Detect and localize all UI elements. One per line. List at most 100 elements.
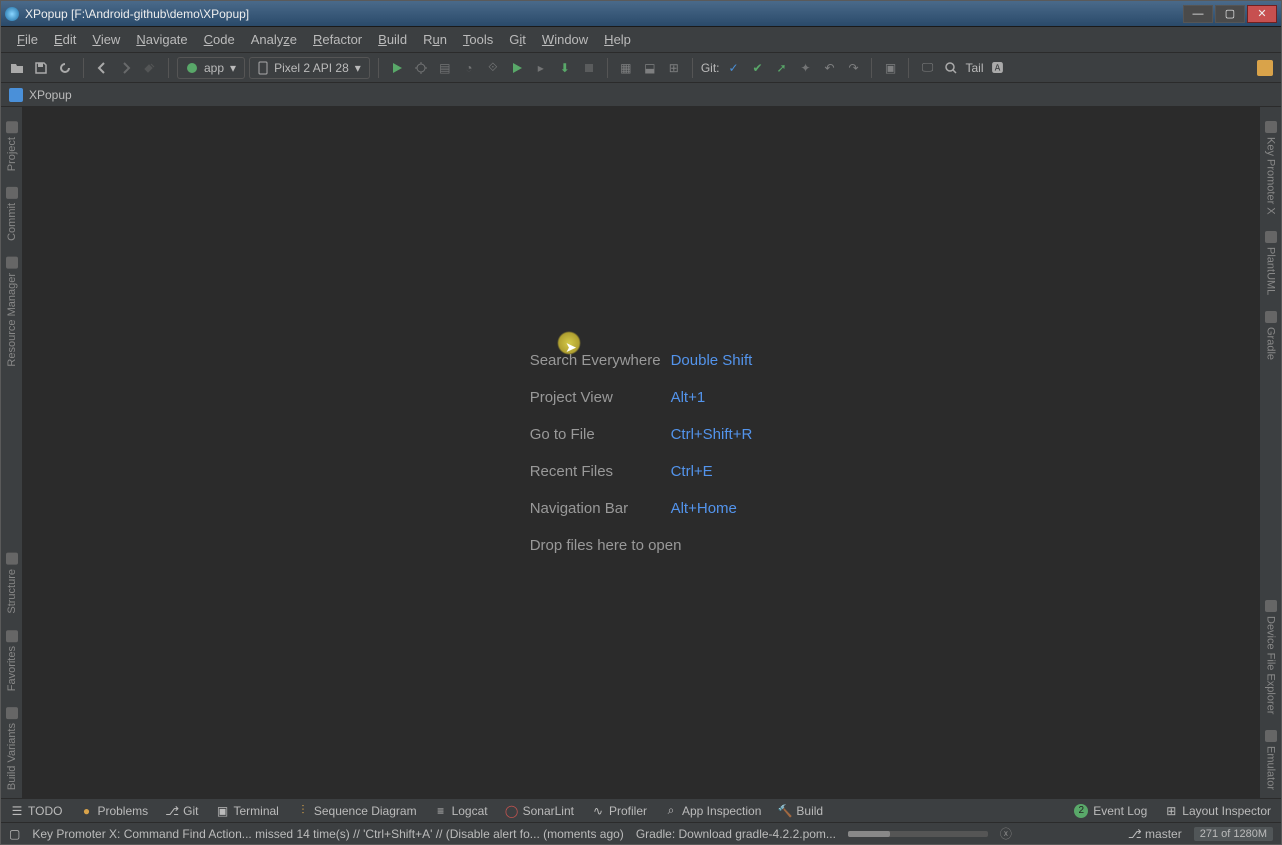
resource-icon: [6, 257, 18, 269]
sidebar-item-project[interactable]: Project: [4, 113, 20, 179]
star-icon: [6, 630, 18, 642]
sidebar-item-resource-manager[interactable]: Resource Manager: [4, 249, 20, 375]
tool-terminal[interactable]: ▣Terminal: [216, 804, 278, 818]
menu-analyze[interactable]: Analyze: [243, 29, 305, 50]
sync-icon[interactable]: [55, 58, 75, 78]
menu-help[interactable]: Help: [596, 29, 639, 50]
navbar: XPopup: [1, 83, 1281, 107]
bottom-tool-stripe: ☰TODO ●Problems ⎇Git ▣Terminal ⫶Sequence…: [1, 798, 1281, 822]
run-anything-icon[interactable]: [507, 58, 527, 78]
warning-icon: ●: [80, 805, 92, 817]
menu-window[interactable]: Window: [534, 29, 596, 50]
avd-icon[interactable]: ▦: [616, 58, 636, 78]
gradle-status: Gradle: Download gradle-4.2.2.pom...: [636, 827, 836, 841]
body: Project Commit Resource Manager Structur…: [1, 107, 1281, 798]
drop-hint: Drop files here to open: [530, 537, 753, 554]
save-icon[interactable]: [31, 58, 51, 78]
tool-layout-inspector[interactable]: ⊞Layout Inspector: [1165, 804, 1271, 818]
tool-todo[interactable]: ☰TODO: [11, 804, 62, 818]
translate-icon[interactable]: 🅰: [988, 58, 1008, 78]
git-history-icon[interactable]: ✦: [795, 58, 815, 78]
stop-icon[interactable]: [579, 58, 599, 78]
tail-label[interactable]: Tail: [965, 61, 983, 75]
sidebar-item-gradle[interactable]: Gradle: [1263, 303, 1279, 368]
maximize-button[interactable]: ▢: [1215, 5, 1245, 23]
menu-build[interactable]: Build: [370, 29, 415, 50]
menu-file[interactable]: File: [9, 29, 46, 50]
main-toolbar: app ▾ Pixel 2 API 28 ▾ ▤ ◔ ⟐ ▸ ⬇ ▦ ⬓ ⊞ G…: [1, 53, 1281, 83]
run-icon[interactable]: [387, 58, 407, 78]
commit-icon: [6, 187, 18, 199]
layout-icon[interactable]: ⊞: [664, 58, 684, 78]
sidebar-item-emulator[interactable]: Emulator: [1263, 722, 1279, 798]
tool-sonarlint[interactable]: ◯SonarLint: [506, 804, 574, 818]
memory-indicator[interactable]: 271 of 1280M: [1194, 827, 1273, 841]
debug-icon[interactable]: [411, 58, 431, 78]
sdk-icon[interactable]: ⬓: [640, 58, 660, 78]
hint-label: Navigation Bar: [530, 500, 661, 517]
layout-icon: ⊞: [1165, 805, 1177, 817]
tool-git[interactable]: ⎇Git: [166, 804, 198, 818]
menu-code[interactable]: Code: [196, 29, 243, 50]
sidebar-item-build-variants[interactable]: Build Variants: [4, 699, 20, 798]
minimize-button[interactable]: —: [1183, 5, 1213, 23]
attach-icon[interactable]: ⟐: [483, 58, 503, 78]
open-icon[interactable]: [7, 58, 27, 78]
inspect-icon: ⌕: [665, 805, 677, 817]
menu-view[interactable]: View: [84, 29, 128, 50]
tool-problems[interactable]: ●Problems: [80, 804, 148, 818]
hint-label: Search Everywhere: [530, 352, 661, 369]
app-icon: [5, 7, 19, 21]
right-tool-stripe: Key Promoter X PlantUML Gradle Device Fi…: [1259, 107, 1281, 798]
progress-bar[interactable]: [848, 831, 988, 837]
git-revert-icon[interactable]: ↶: [819, 58, 839, 78]
hammer-icon[interactable]: [140, 58, 160, 78]
tool-app-inspection[interactable]: ⌕App Inspection: [665, 804, 761, 818]
git-rollback-icon[interactable]: ↷: [843, 58, 863, 78]
git-push-icon[interactable]: ➚: [771, 58, 791, 78]
forward-icon[interactable]: [116, 58, 136, 78]
git-commit-icon[interactable]: ✔: [747, 58, 767, 78]
editor-placeholder[interactable]: ➤ Search EverywhereDouble Shift Project …: [23, 107, 1259, 798]
hint-label: Go to File: [530, 426, 661, 443]
tool-sequence-diagram[interactable]: ⫶Sequence Diagram: [297, 804, 417, 818]
sidebar-item-device-explorer[interactable]: Device File Explorer: [1263, 592, 1279, 722]
tool-build[interactable]: 🔨Build: [779, 804, 823, 818]
menu-tools[interactable]: Tools: [455, 29, 501, 50]
menu-edit[interactable]: Edit: [46, 29, 84, 50]
sidebar-item-key-promoter[interactable]: Key Promoter X: [1263, 113, 1279, 223]
app-window: XPopup [F:\Android-github\demo\XPopup] —…: [0, 0, 1282, 845]
account-icon[interactable]: [1255, 58, 1275, 78]
menu-refactor[interactable]: Refactor: [305, 29, 370, 50]
logcat-icon: ≡: [435, 805, 447, 817]
apply-changes-icon[interactable]: ⬇: [555, 58, 575, 78]
close-button[interactable]: ✕: [1247, 5, 1277, 23]
sidebar-item-plantuml[interactable]: PlantUML: [1263, 223, 1279, 303]
toggle-tools-icon[interactable]: ▢: [9, 827, 20, 841]
run-config-selector[interactable]: app ▾: [177, 57, 245, 79]
titlebar: XPopup [F:\Android-github\demo\XPopup] —…: [1, 1, 1281, 27]
tool-event-log[interactable]: 2Event Log: [1074, 804, 1147, 818]
profiler-icon: ∿: [592, 805, 604, 817]
sidebar-item-favorites[interactable]: Favorites: [4, 622, 20, 699]
breadcrumb-project[interactable]: XPopup: [29, 88, 72, 102]
tool-logcat[interactable]: ≡Logcat: [435, 804, 488, 818]
search-icon[interactable]: [941, 58, 961, 78]
tool-profiler[interactable]: ∿Profiler: [592, 804, 647, 818]
coverage-icon[interactable]: ▤: [435, 58, 455, 78]
back-icon[interactable]: [92, 58, 112, 78]
profile-icon[interactable]: ◔: [459, 58, 479, 78]
cancel-icon[interactable]: ⓧ: [1000, 825, 1012, 842]
menu-navigate[interactable]: Navigate: [128, 29, 195, 50]
presentation-icon[interactable]: 🖵: [917, 58, 937, 78]
git-branch-widget[interactable]: ⎇ master: [1128, 827, 1182, 841]
sidebar-item-structure[interactable]: Structure: [4, 545, 20, 622]
device-selector[interactable]: Pixel 2 API 28 ▾: [249, 57, 370, 79]
menu-git[interactable]: Git: [501, 29, 534, 50]
gradle-icon: [1265, 311, 1277, 323]
more-run-icon[interactable]: ▸: [531, 58, 551, 78]
git-update-icon[interactable]: ✓: [723, 58, 743, 78]
menu-run[interactable]: Run: [415, 29, 455, 50]
project-structure-icon[interactable]: ▣: [880, 58, 900, 78]
sidebar-item-commit[interactable]: Commit: [4, 179, 20, 249]
